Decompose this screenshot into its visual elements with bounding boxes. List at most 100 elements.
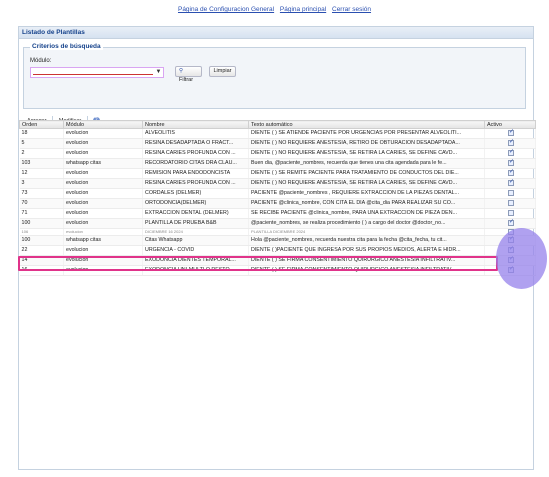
cell-orden: 71: [19, 208, 64, 219]
cell-modulo: evolucion: [63, 208, 143, 219]
cell-texto: DIENTE ( ) SE ATIENDE PACIENTE POR URGEN…: [248, 128, 485, 139]
cell-modulo: evolucion: [63, 198, 143, 209]
cell-texto: DIENTE ( ) SE REMITE PACIENTE PARA TRATA…: [248, 168, 485, 179]
activo-checkbox[interactable]: [508, 219, 514, 227]
col-orden-header[interactable]: Orden: [19, 120, 64, 129]
activo-checkbox[interactable]: [508, 266, 514, 274]
cell-orden: 106: [19, 228, 64, 236]
top-links: Página de Configuracion General Página p…: [0, 6, 549, 13]
cell-modulo: evolucion: [63, 265, 143, 276]
activo-checkbox[interactable]: [508, 246, 514, 254]
activo-checkbox[interactable]: [508, 169, 514, 177]
cell-nombre: REMISION PARA ENDODONCISTA: [142, 168, 249, 179]
invalid-underline: [33, 74, 153, 75]
main-page-link[interactable]: Página principal: [280, 6, 326, 13]
cell-modulo: evolucion: [63, 255, 143, 266]
table-row[interactable]: 12 evolucion REMISION PARA ENDODONCISTA DIE…: [19, 168, 536, 179]
cell-modulo: evolucion: [63, 188, 143, 199]
col-nombre-header[interactable]: Nombre: [142, 120, 249, 129]
grid-body: 18 evolucion ALVEOLITIS DIENTE ( ) SE ATIEN…: [19, 128, 536, 276]
cell-texto: SE RECIBE PACIENTE @clinica_nombre, PARA…: [248, 208, 485, 219]
cell-orden: 3: [19, 178, 64, 189]
cell-texto: DIENTE ( ) NO REQUIERE ANESTESIA, SE RET…: [248, 178, 485, 189]
filter-icon: ⚲: [179, 68, 184, 74]
activo-checkbox[interactable]: [508, 189, 514, 196]
cell-orden: 5: [19, 138, 64, 149]
cell-orden: 14: [19, 255, 64, 266]
activo-checkbox[interactable]: [508, 209, 514, 216]
templates-grid: Orden Módulo Nombre Texto automático Act…: [19, 120, 536, 276]
templates-panel: Listado de Plantillas Criterios de búsqu…: [18, 26, 536, 470]
cell-nombre: RECORDATORIO CITAS DRA CLAU...: [142, 158, 249, 169]
cell-activo: [484, 255, 536, 266]
table-row[interactable]: 100 evolucion PLANTILLA DE PRUEBA B&B @paci…: [19, 218, 536, 229]
clear-button[interactable]: Limpiar: [209, 66, 236, 77]
cell-activo: [484, 218, 536, 229]
search-criteria-box: Criterios de búsqueda Módulo: ▼ ⚲ Filtra…: [23, 43, 526, 109]
cell-texto: DIENTE ( ) NO REQUIERE ANESTESIA, RETIRO…: [248, 138, 485, 149]
cell-nombre: EXODONCIA DIENTES TEMPORAL...: [142, 255, 249, 266]
activo-checkbox[interactable]: [508, 179, 514, 187]
table-row[interactable]: 18 evolucion ALVEOLITIS DIENTE ( ) SE ATIEN…: [19, 128, 536, 139]
activo-checkbox[interactable]: [508, 256, 514, 264]
col-texto-header[interactable]: Texto automático: [248, 120, 485, 129]
cell-modulo: evolucion: [63, 245, 143, 256]
logout-link[interactable]: Cerrar sesión: [332, 6, 371, 13]
cell-modulo: whatsapp citas: [63, 158, 143, 169]
cell-nombre: RESINA CARIES PROFUNDA CON ...: [142, 148, 249, 159]
cell-texto: @paciente_nombres, se realiza procedimie…: [248, 218, 485, 229]
cell-nombre: RESINA CARIES PROFUNDA CON ...: [142, 178, 249, 189]
criteria-legend: Criterios de búsqueda: [30, 43, 103, 50]
cell-orden: 18: [19, 128, 64, 139]
cell-texto: DIENTE ( ) SE FIRMA CONSENTIMIENTO QUIRU…: [248, 265, 485, 276]
table-row[interactable]: 103 whatsapp citas RECORDATORIO CITAS DRA …: [19, 158, 536, 169]
table-row[interactable]: 73 evolucion CORDALES (DELMER) PACIENTE @pa…: [19, 188, 536, 199]
table-row[interactable]: 71 evolucion EXTRACCION DENTAL (DELMER) SE …: [19, 208, 536, 219]
cell-activo: [484, 208, 536, 219]
cell-modulo: evolucion: [63, 138, 143, 149]
cell-modulo: evolucion: [63, 168, 143, 179]
col-modulo-header[interactable]: Módulo: [63, 120, 143, 129]
cell-orden: 12: [19, 168, 64, 179]
table-row[interactable]: 2 evolucion RESINA CARIES PROFUNDA CON ...…: [19, 148, 536, 159]
filter-button[interactable]: ⚲ Filtrar: [175, 66, 202, 83]
activo-checkbox[interactable]: [508, 159, 514, 167]
cell-activo: [484, 148, 536, 159]
cell-nombre: EXODONCIA UNI-MULTI O RESTO...: [142, 265, 249, 276]
table-row[interactable]: 5 evolucion RESINA DESADAPTADA O FRACT... D…: [19, 138, 536, 149]
cell-activo: [484, 128, 536, 139]
table-row[interactable]: 106 evolucion DICIEMBRE 16 2024 PLANTILLA D…: [19, 228, 536, 236]
cell-orden: 70: [19, 198, 64, 209]
table-row[interactable]: 14 evolucion EXODONCIA DIENTES TEMPORAL...…: [19, 255, 536, 266]
activo-checkbox[interactable]: [508, 199, 514, 206]
chevron-down-icon[interactable]: ▼: [154, 68, 163, 77]
filter-label: Filtrar: [179, 77, 194, 83]
table-row[interactable]: 16 evolucion EXODONCIA UNI-MULTI O RESTO..…: [19, 265, 536, 276]
activo-checkbox[interactable]: [508, 236, 514, 244]
modulo-select[interactable]: ▼: [30, 67, 164, 78]
cell-texto: Buen dia, @paciente_nombres, recuerda qu…: [248, 158, 485, 169]
table-row[interactable]: 100 whatsapp citas Citas Whatsapp Hola @pac…: [19, 235, 536, 246]
cell-orden: 100: [19, 235, 64, 246]
cell-texto: Hola @paciente_nombres, recuerda nuestra…: [248, 235, 485, 246]
cell-nombre: PLANTILLA DE PRUEBA B&B: [142, 218, 249, 229]
activo-checkbox[interactable]: [508, 149, 514, 157]
cell-orden: 16: [19, 265, 64, 276]
cell-activo: [484, 235, 536, 246]
table-row[interactable]: 70 evolucion ORTODONCIA(DELMER) PACIENTE @c…: [19, 198, 536, 209]
cell-texto: DIENTE ( ) SE FIRMA CONSENTIMIENTO QUIRU…: [248, 255, 485, 266]
cell-nombre: URGENCIA - COVID: [142, 245, 249, 256]
col-activo-header[interactable]: Activo: [484, 120, 536, 129]
cell-texto: PACIENTE @paciente_nombres , REQUIERE EX…: [248, 188, 485, 199]
cell-texto: DIENTE ( ) NO REQUIERE ANESTESIA, SE RET…: [248, 148, 485, 159]
activo-checkbox[interactable]: [508, 139, 514, 147]
config-general-link[interactable]: Página de Configuracion General: [178, 6, 274, 13]
table-row[interactable]: 22 evolucion URGENCIA - COVID DIENTE ( )PAC…: [19, 245, 536, 256]
activo-checkbox[interactable]: [508, 229, 514, 235]
cell-modulo: evolucion: [63, 218, 143, 229]
cell-texto: PACIENTE @clinica_nombre, CON CITA EL DI…: [248, 198, 485, 209]
activo-checkbox[interactable]: [508, 129, 514, 137]
cell-activo: [484, 265, 536, 276]
modulo-label: Módulo:: [30, 58, 52, 64]
table-row[interactable]: 3 evolucion RESINA CARIES PROFUNDA CON ...…: [19, 178, 536, 189]
